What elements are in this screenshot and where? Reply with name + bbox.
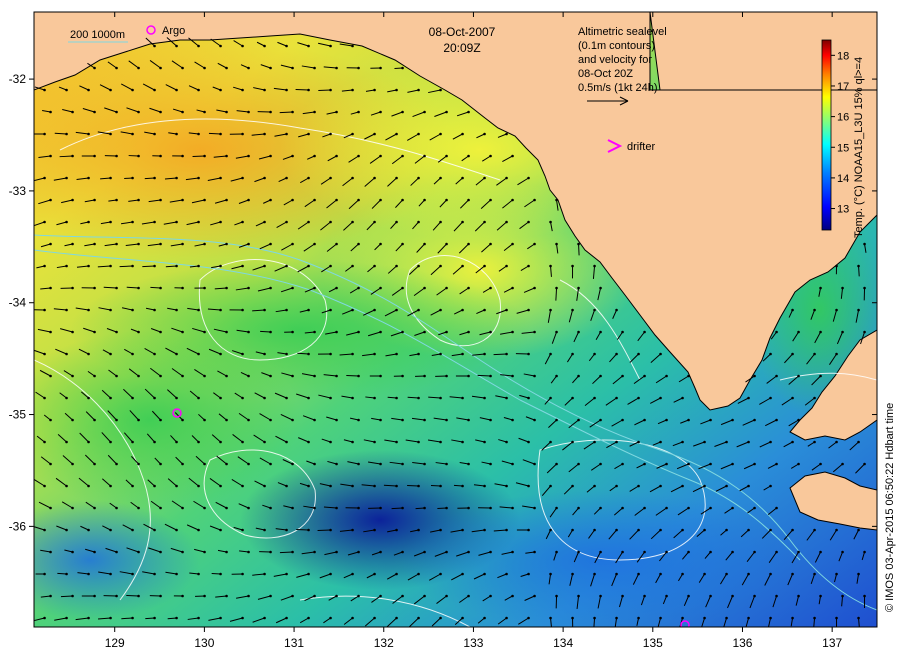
x-tick-label: 134	[553, 636, 573, 650]
map-time: 20:09Z	[443, 41, 480, 55]
sst-map: 129 130 131 132 133 134 135 136 137 -32 -33 -34 -35…	[9, 11, 896, 650]
x-tick-label: 129	[105, 636, 125, 650]
x-tick-label: 135	[643, 636, 663, 650]
y-tick-label: -32	[9, 72, 27, 86]
colorbar	[821, 39, 832, 231]
annotation-line: and velocity for	[578, 54, 652, 66]
x-tick-label: 133	[463, 636, 483, 650]
credit-text: © IMOS 03-Apr-2015 06:50:22 Hdbart time	[884, 403, 896, 612]
colorbar-tick-label: 15	[837, 142, 849, 154]
drifter-legend-label: drifter	[627, 141, 655, 153]
colorbar-label: Temp. (°C) NOAA15_L3U 15% ql>=4	[853, 57, 865, 238]
x-tick-label: 130	[194, 636, 214, 650]
x-tick-label: 137	[822, 636, 842, 650]
map-plot-area	[34, 12, 877, 627]
x-tick-label: 132	[374, 636, 394, 650]
argo-legend-label: Argo	[162, 25, 185, 37]
y-tick-label: -36	[9, 519, 27, 533]
annotation-line: 08-Oct 20Z	[578, 68, 633, 80]
colorbar-tick-label: 18	[837, 50, 849, 62]
colorbar-tick-label: 17	[837, 81, 849, 93]
annotation-line: 0.5m/s (1kt 24h)	[578, 82, 657, 94]
blue-water-patch	[400, 490, 800, 627]
annotation-line: Altimetric sealevel	[578, 26, 667, 38]
map-date: 08-Oct-2007	[429, 25, 496, 39]
y-tick-label: -34	[9, 296, 27, 310]
colorbar-tick-label: 13	[837, 204, 849, 216]
depth-contour-label: 200 1000m	[70, 29, 125, 41]
colorbar-tick-label: 16	[837, 112, 849, 124]
colorbar-tick-label: 14	[837, 173, 849, 185]
annotation-line: (0.1m contours)	[578, 40, 655, 52]
y-tick-label: -35	[9, 408, 27, 422]
y-tick-label: -33	[9, 184, 27, 198]
x-tick-label: 136	[732, 636, 752, 650]
green-water-patch-2	[34, 330, 300, 510]
x-tick-label: 131	[284, 636, 304, 650]
